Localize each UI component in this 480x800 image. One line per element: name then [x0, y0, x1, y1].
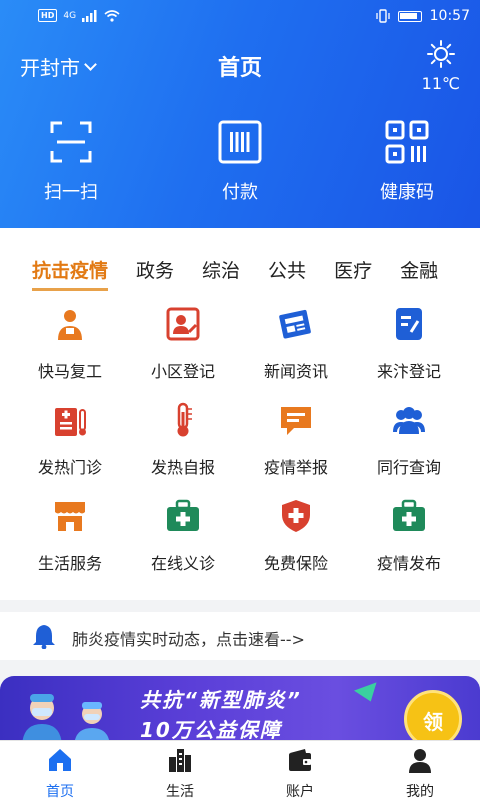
medkit-icon — [393, 499, 425, 531]
vibrate-icon — [375, 9, 390, 23]
thermometer-icon — [177, 402, 192, 437]
nav-label: 我的 — [406, 784, 434, 800]
service-fellow-traveler-query[interactable]: 同行查询 — [349, 402, 469, 478]
nav-label: 首页 — [46, 784, 74, 800]
clinic-icon — [55, 408, 86, 436]
service-epidemic-release[interactable]: 疫情发布 — [349, 498, 469, 574]
shield-plus-icon — [282, 500, 310, 532]
qr-code-icon — [385, 120, 429, 164]
service-arrival-register[interactable]: 来汴登记 — [349, 306, 469, 382]
report-icon — [281, 407, 311, 435]
service-fever-clinic[interactable]: 发热门诊 — [10, 402, 130, 478]
nav-account[interactable]: 账户 — [240, 747, 360, 800]
service-label: 新闻资讯 — [263, 362, 328, 381]
payment-code-icon — [218, 120, 262, 164]
service-label: 免费保险 — [263, 554, 328, 573]
hd-badge: HD — [38, 9, 58, 22]
service-label: 发热自报 — [150, 458, 215, 477]
service-epidemic-report[interactable]: 疫情举报 — [236, 402, 356, 478]
tab-public[interactable]: 公共 — [268, 256, 306, 289]
medical-staff-illustration — [22, 694, 110, 740]
clock: 10:57 — [429, 8, 470, 24]
bell-icon — [33, 625, 55, 649]
health-code-label: 健康码 — [380, 182, 434, 203]
weather-widget[interactable]: 11℃ — [422, 40, 460, 93]
temperature: 11℃ — [421, 74, 460, 93]
nav-label: 账户 — [286, 784, 314, 800]
worker-icon — [58, 310, 82, 340]
claim-button[interactable]: 领 — [404, 690, 462, 740]
payment-label: 付款 — [222, 182, 258, 203]
service-label: 同行查询 — [376, 458, 441, 477]
sun-icon — [426, 40, 455, 68]
tab-medical[interactable]: 医疗 — [334, 256, 372, 289]
service-label: 快马复工 — [37, 362, 102, 381]
banner-subline: 10万公益保障 — [140, 718, 282, 740]
nav-home[interactable]: 首页 — [0, 747, 120, 800]
service-community-register[interactable]: 小区登记 — [123, 306, 243, 382]
service-life-services[interactable]: 生活服务 — [10, 498, 130, 574]
scan-icon — [50, 121, 92, 163]
header: HD 4G 10:57 开封市 首页 11℃ 扫一扫 付款 健康码 — [0, 0, 480, 228]
home-icon — [49, 749, 71, 771]
service-free-insurance[interactable]: 免费保险 — [236, 498, 356, 574]
form-icon — [396, 308, 422, 340]
newspaper-icon — [279, 309, 311, 339]
nav-label: 生活 — [166, 784, 194, 800]
service-label: 在线义诊 — [150, 554, 215, 573]
scan-button[interactable]: 扫一扫 — [6, 120, 136, 204]
battery-icon — [397, 10, 422, 22]
payment-button[interactable]: 付款 — [175, 120, 305, 204]
ribbon-decoration — [353, 682, 383, 706]
wallet-icon — [289, 749, 311, 771]
service-label: 生活服务 — [37, 554, 102, 573]
notice-bar[interactable]: 肺炎疫情实时动态，点击速看--> — [0, 612, 480, 660]
tab-governance[interactable]: 综治 — [202, 256, 240, 289]
tab-finance[interactable]: 金融 — [400, 256, 438, 289]
banner-headline: 共抗“新型肺炎” — [140, 688, 302, 712]
bottom-nav: 首页 生活 账户 我的 — [0, 740, 480, 800]
category-tabs: 抗击疫情 政务 综治 公共 医疗 金融 — [32, 256, 438, 291]
nav-life[interactable]: 生活 — [120, 747, 240, 800]
nav-mine[interactable]: 我的 — [360, 747, 480, 800]
promo-banner[interactable]: 共抗“新型肺炎” 10万公益保障 领 — [0, 676, 480, 740]
id-card-icon — [166, 307, 200, 341]
service-label: 小区登记 — [150, 362, 215, 381]
person-icon — [409, 749, 431, 773]
status-bar: HD 4G 10:57 — [0, 0, 480, 34]
service-label: 疫情举报 — [263, 458, 328, 477]
service-label: 疫情发布 — [376, 554, 441, 573]
page-title: 首页 — [217, 56, 262, 81]
network-indicator: 4G — [63, 10, 77, 21]
service-resume-work[interactable]: 快马复工 — [10, 306, 130, 382]
service-label: 来汴登记 — [376, 362, 441, 381]
tab-epidemic[interactable]: 抗击疫情 — [32, 256, 109, 291]
shop-icon — [55, 502, 85, 531]
wifi-icon — [104, 9, 120, 22]
service-fever-self-report[interactable]: 发热自报 — [123, 402, 243, 478]
signal-icon — [82, 9, 97, 22]
services-card: 抗击疫情 政务 综治 公共 医疗 金融 快马复工 小区登记 新闻资讯 来汴登记 … — [0, 228, 480, 600]
service-label: 发热门诊 — [37, 458, 102, 477]
service-news[interactable]: 新闻资讯 — [236, 306, 356, 382]
service-online-consult[interactable]: 在线义诊 — [123, 498, 243, 574]
scan-label: 扫一扫 — [44, 182, 98, 203]
tab-government[interactable]: 政务 — [136, 256, 174, 289]
medkit-icon — [167, 499, 199, 531]
notice-text: 肺炎疫情实时动态，点击速看--> — [72, 630, 305, 649]
group-icon — [393, 407, 425, 434]
city-icon — [169, 749, 191, 772]
health-code-button[interactable]: 健康码 — [342, 120, 472, 204]
